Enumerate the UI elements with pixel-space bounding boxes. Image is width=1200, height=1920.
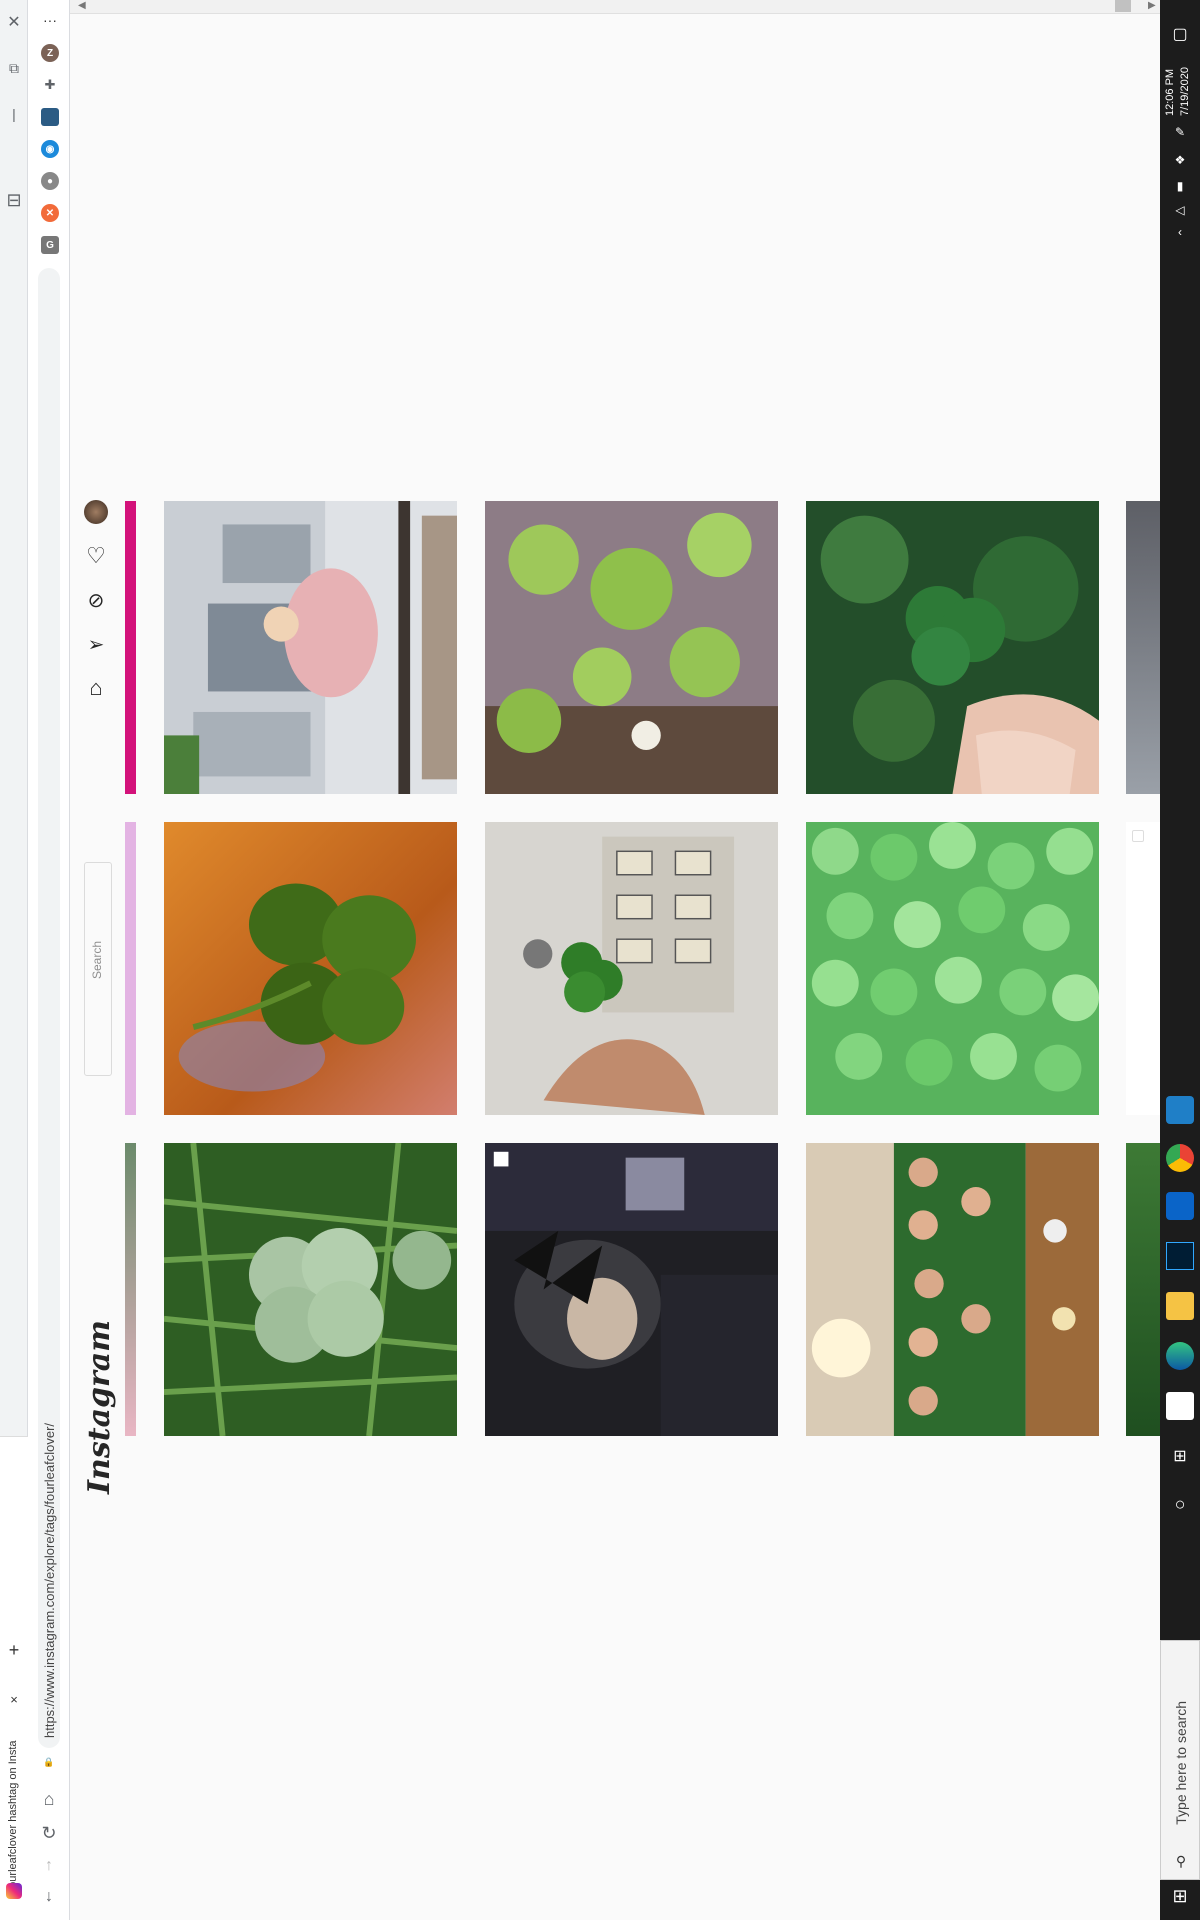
edge-icon[interactable] (1166, 1342, 1194, 1370)
chrome-icon[interactable] (1166, 1144, 1194, 1172)
battery-icon[interactable]: ▮ (1168, 176, 1192, 196)
partial-post-left-3[interactable] (125, 1143, 136, 1436)
post-tile[interactable] (485, 822, 778, 1115)
volume-icon[interactable]: ◁ (1168, 200, 1192, 220)
reload-icon[interactable]: ↻ (38, 1822, 60, 1844)
direct-message-icon[interactable]: ➢ (84, 632, 108, 656)
tab-title: #fourleafclover hashtag on Insta (7, 1740, 19, 1897)
show-hidden-icons-chevron-icon[interactable]: ‹ (1168, 222, 1192, 242)
browser-toolbar: ··· Z ✚ ◉ ● ✕ G https://www.instagram.co… (28, 0, 70, 1920)
photo-clover-in-grass (164, 1143, 457, 1436)
windows-start-icon[interactable]: ⊞ (1168, 1884, 1192, 1908)
post-tile[interactable] (806, 1143, 1099, 1436)
address-bar[interactable]: https://www.instagram.com/explore/tags/f… (38, 268, 60, 1767)
post-tile[interactable] (164, 1143, 457, 1436)
photo-group-party-green (806, 1143, 1099, 1436)
extension-blue-circle-icon[interactable]: ◉ (41, 140, 59, 158)
photo-four-leaf-clover-wood (164, 822, 457, 1115)
photo-four-leaf-clover-held (806, 501, 1099, 794)
photo-anime-character (485, 1143, 778, 1436)
home-nav-icon[interactable]: ⌂ (84, 675, 108, 700)
close-tab-button[interactable]: × (4, 1689, 24, 1709)
photo-woman-pink-dress-city (164, 501, 457, 794)
instagram-favicon-icon (6, 1883, 22, 1899)
back-icon[interactable]: ↓ (38, 1886, 60, 1908)
home-icon[interactable]: ⌂ (38, 1788, 60, 1810)
post-tile[interactable] (806, 501, 1099, 794)
taskbar-search-box[interactable]: Type here to search ⚲ (1160, 1640, 1200, 1880)
extension-g-icon[interactable]: G (41, 236, 59, 254)
clock-time[interactable]: 12:06 PM (1164, 56, 1176, 116)
partial-post-left-1[interactable] (125, 501, 136, 794)
extension-gray-circle-icon[interactable]: ● (41, 172, 59, 190)
post-tile[interactable] (164, 822, 457, 1115)
search-placeholder: Search (90, 941, 104, 980)
photo-clover-field (806, 822, 1099, 1115)
activity-heart-icon[interactable]: ♡ (84, 543, 108, 568)
browser-menu-icon[interactable]: ··· (38, 10, 62, 30)
search-input[interactable]: Search (84, 862, 112, 1076)
lock-icon[interactable]: 🔒 (41, 1754, 57, 1770)
partial-post-right-2[interactable] (1126, 822, 1160, 1115)
horizontal-scrollbar[interactable]: ◀ ▶ (70, 0, 1160, 14)
multi-photo-icon (1132, 830, 1144, 842)
post-tile[interactable] (806, 822, 1099, 1115)
scroll-right-arrow[interactable]: ▶ (1148, 0, 1156, 11)
notification-icon[interactable]: ▢ (1168, 22, 1192, 46)
forward-icon[interactable]: ↑ (38, 1855, 60, 1877)
scroll-thumb[interactable] (1115, 0, 1131, 12)
partial-post-right-3[interactable] (1126, 1143, 1160, 1436)
dropbox-icon[interactable]: ❖ (1168, 150, 1192, 170)
windows-taskbar: ▢ 12:06 PM 7/19/2020 ✎ ❖ ▮ ◁ ‹ ⊞ ○ ⊞ (1160, 0, 1200, 1920)
post-tile[interactable] (485, 1143, 778, 1436)
partial-post-left-2[interactable] (125, 822, 136, 1115)
hashtag-post-grid (125, 14, 1160, 1920)
browser-tab-strip: ✕ ⧉ | ⊟ × #fourleafclover hashtag on Ins… (0, 0, 28, 1920)
window-minimize-icon[interactable]: | (4, 104, 24, 124)
post-tile[interactable] (164, 501, 457, 794)
clock-date[interactable]: 7/19/2020 (1179, 56, 1191, 116)
new-tab-button[interactable]: + (4, 1640, 24, 1660)
file-explorer-icon[interactable] (1166, 1292, 1194, 1320)
window-close-icon[interactable]: ✕ (4, 12, 24, 32)
user-avatar-icon[interactable] (84, 500, 108, 524)
post-tile[interactable] (485, 501, 778, 794)
extension-wave-icon[interactable] (41, 108, 59, 126)
store-icon[interactable] (1166, 1392, 1194, 1420)
cortana-icon[interactable]: ○ (1168, 1492, 1192, 1516)
taskbar-search-placeholder: Type here to search (1173, 1701, 1189, 1825)
window-restore-icon[interactable]: ⧉ (4, 58, 24, 78)
photo-clover-hand-building (485, 822, 778, 1115)
active-tab[interactable]: × #fourleafclover hashtag on Insta (0, 1436, 28, 1920)
url-text[interactable]: https://www.instagram.com/explore/tags/f… (42, 1398, 57, 1738)
instagram-logo[interactable]: Instagram (82, 1320, 117, 1494)
search-magnifier-icon: ⚲ (1175, 1852, 1187, 1869)
tab-search-icon[interactable]: ⊟ (2, 188, 26, 212)
extensions-puzzle-icon[interactable]: ✚ (41, 76, 59, 94)
partial-post-right-1[interactable] (1126, 501, 1160, 794)
task-view-icon[interactable]: ⊞ (1168, 1444, 1192, 1468)
outlook-icon[interactable] (1166, 1192, 1194, 1220)
photoshop-icon[interactable] (1166, 1242, 1194, 1270)
photo-clovers-in-water (485, 501, 778, 794)
extension-orange-x-icon[interactable]: ✕ (41, 204, 59, 222)
explore-compass-icon[interactable]: ⊘ (84, 588, 108, 612)
pen-icon[interactable]: ✎ (1168, 122, 1192, 142)
profile-avatar-icon[interactable]: Z (41, 44, 59, 62)
settings-gear-icon[interactable] (1166, 1096, 1194, 1124)
